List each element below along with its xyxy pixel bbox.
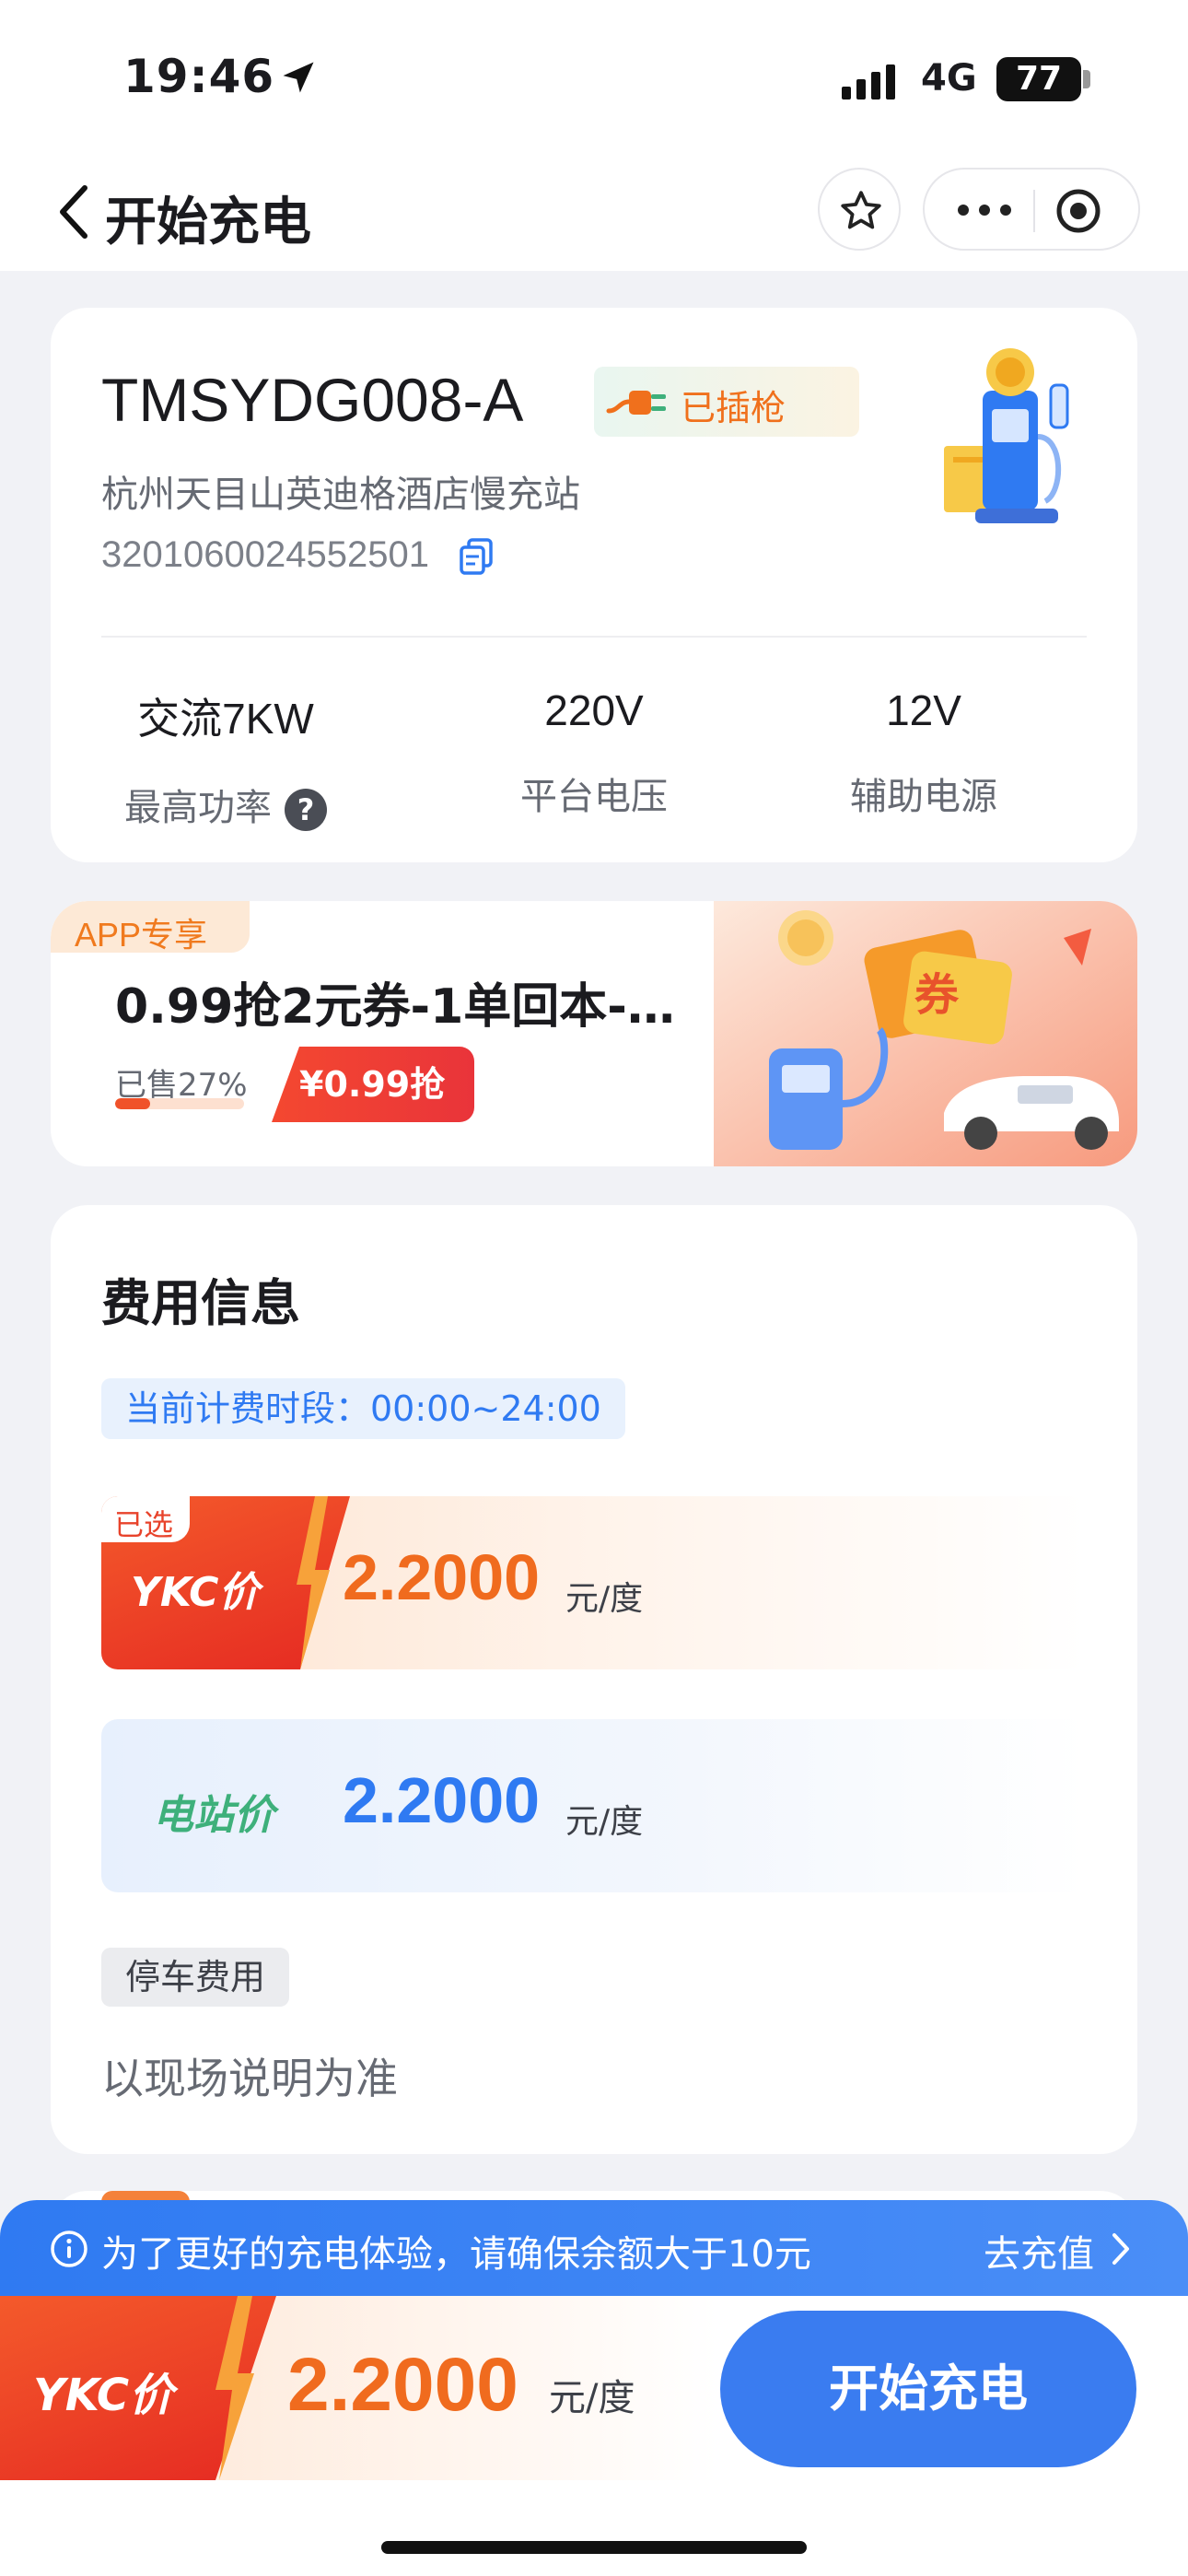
battery-tip	[1083, 70, 1090, 88]
spec-label: 平台电压	[520, 776, 668, 818]
balance-notice-bar[interactable]: 为了更好的充电体验，请确保余额大于10元 去充值	[0, 2200, 1188, 2296]
start-charging-button[interactable]: 开始充电	[720, 2311, 1136, 2467]
page-title: 开始充电	[105, 193, 311, 252]
billing-period: 当前计费时段：00:00~24:00	[101, 1378, 625, 1439]
location-arrow-icon	[283, 62, 314, 93]
capsule-divider	[1033, 190, 1035, 232]
app-exclusive-label: APP专享	[75, 916, 208, 954]
notice-text: 为了更好的充电体验，请确保余额大于10元	[101, 2233, 811, 2276]
station-price-option[interactable]: 电站价 2.2000 元/度	[101, 1719, 1087, 1892]
more-dots-icon[interactable]	[952, 192, 1017, 228]
charger-illustration	[944, 348, 1069, 523]
spec-value: 220V	[544, 686, 644, 734]
signal-icon	[842, 64, 895, 100]
miniapp-capsule	[923, 168, 1140, 251]
copy-icon[interactable]	[456, 536, 496, 577]
bottom-price-strip: YKC价 2.2000 元/度	[0, 2296, 718, 2480]
grab-coupon-button[interactable]: ¥0.99抢	[272, 1047, 474, 1122]
spec-label: 辅助电源	[850, 776, 997, 818]
selected-tag: 已选	[101, 1496, 190, 1542]
network-type: 4G	[921, 57, 977, 100]
star-icon	[841, 191, 881, 229]
ykc-logo-text: YKC价	[131, 1569, 260, 1616]
bottom-action-bar: YKC价 2.2000 元/度 开始充电	[0, 2296, 1188, 2576]
divider	[101, 636, 1087, 638]
status-bar: 19:46 4G 77	[0, 0, 1188, 157]
connector-code: TMSYDG008-A	[101, 366, 524, 434]
selected-tag-label: 已选	[114, 1507, 174, 1542]
fee-title: 费用信息	[101, 1274, 300, 1332]
spec-value: 12V	[886, 686, 961, 734]
battery-icon: 77	[996, 57, 1081, 101]
nav-bar: 开始充电	[0, 157, 1188, 271]
coupon-illustration: 券	[714, 901, 1137, 1166]
spec-platform-voltage: 220V 平台电压	[437, 685, 751, 820]
fee-info-card: 费用信息 当前计费时段：00:00~24:00 YKC价 已选 2.2000 元…	[51, 1205, 1137, 2154]
spec-value: 交流7KW	[137, 695, 314, 743]
spec-label: 最高功率?	[69, 778, 382, 831]
lightning-icon	[297, 1496, 330, 1669]
station-id: 3201060024552501	[101, 534, 429, 575]
plug-icon	[606, 391, 666, 415]
sold-progress-fill	[115, 1098, 150, 1109]
sold-progress-bar	[115, 1098, 244, 1109]
bottom-price-unit: 元/度	[549, 2377, 635, 2419]
svg-text:券: 券	[914, 969, 960, 1021]
ykc-price: 2.2000	[343, 1541, 541, 1613]
parking-fee-note: 以现场说明为准	[101, 2054, 398, 2103]
station-name: 杭州天目山英迪格酒店慢充站	[101, 474, 580, 516]
spec-max-power: 交流7KW 最高功率?	[69, 685, 382, 831]
station-price-label: 电站价	[153, 1792, 274, 1839]
station-card: TMSYDG008-A 已插枪 杭州天目山英迪格酒店慢充站 3201060024…	[51, 308, 1137, 862]
bottom-price: 2.2000	[287, 2343, 518, 2427]
chevron-left-icon[interactable]	[53, 182, 94, 241]
ykc-price-option[interactable]: YKC价 已选 2.2000 元/度	[101, 1496, 1087, 1669]
plugged-badge-label: 已插枪	[681, 388, 786, 428]
info-icon	[51, 2231, 87, 2267]
lightning-icon	[215, 2296, 254, 2480]
price-unit: 元/度	[565, 1580, 644, 1618]
spec-label-text: 最高功率	[124, 787, 272, 829]
spec-aux-power: 12V 辅助电源	[767, 685, 1080, 820]
home-indicator	[381, 2541, 807, 2554]
plugged-badge: 已插枪	[594, 367, 859, 437]
recharge-link[interactable]: 去充值	[984, 2224, 1094, 2277]
parking-fee-tag: 停车费用	[101, 1948, 290, 2007]
station-price: 2.2000	[343, 1764, 541, 1836]
app-exclusive-tag: APP专享	[51, 901, 250, 954]
ykc-logo-text: YKC价	[33, 2370, 174, 2421]
price-unit: 元/度	[565, 1803, 644, 1841]
target-icon[interactable]	[1055, 188, 1101, 234]
favorite-button[interactable]	[818, 168, 901, 251]
promo-title: 0.99抢2元券-1单回本-…	[115, 979, 675, 1035]
status-time: 19:46	[123, 50, 275, 103]
help-icon[interactable]: ?	[285, 789, 327, 831]
promo-banner[interactable]: APP专享 0.99抢2元券-1单回本-… 已售27% ¥0.99抢 券	[51, 901, 1137, 1166]
chevron-right-icon	[1112, 2233, 1129, 2265]
